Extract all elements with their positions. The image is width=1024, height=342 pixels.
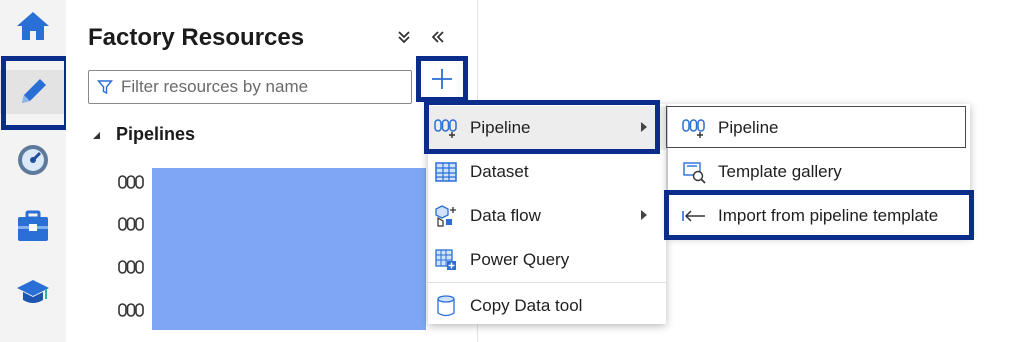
submenu-arrow-icon bbox=[641, 210, 647, 220]
home-icon bbox=[17, 12, 49, 40]
pipeline-list-item[interactable] bbox=[118, 298, 148, 322]
pipeline-add-icon bbox=[682, 116, 706, 140]
menu-item-copy-data-tool[interactable]: Copy Data tool bbox=[428, 284, 666, 328]
menu-item-data-flow[interactable]: Data flow bbox=[428, 194, 666, 238]
menu-item-label: Power Query bbox=[470, 250, 570, 269]
submenu-arrow-icon bbox=[641, 122, 647, 132]
power-query-icon bbox=[434, 248, 458, 272]
template-gallery-icon bbox=[682, 160, 706, 184]
menu-separator bbox=[428, 282, 666, 283]
pipeline-list-item[interactable] bbox=[118, 212, 148, 236]
pipeline-list-item[interactable] bbox=[118, 170, 148, 194]
collapse-all-button[interactable] bbox=[392, 26, 416, 48]
pipeline-add-icon bbox=[434, 116, 458, 140]
table-icon bbox=[434, 160, 458, 184]
factory-resources-panel: Factory Resources Pipelines bbox=[66, 0, 478, 342]
redacted-pipeline-names bbox=[152, 168, 426, 330]
menu-item-power-query[interactable]: Power Query bbox=[428, 238, 666, 282]
pipeline-icon bbox=[118, 217, 144, 231]
submenu-item-label: Pipeline bbox=[718, 118, 779, 137]
pipeline-list-item[interactable] bbox=[118, 255, 148, 279]
menu-item-label: Data flow bbox=[470, 206, 541, 225]
filter-resources-input[interactable] bbox=[121, 77, 401, 97]
toolbox-icon bbox=[18, 210, 48, 241]
caret-down-icon bbox=[93, 131, 100, 139]
submenu-item-label: Template gallery bbox=[718, 162, 842, 181]
rail-learning[interactable] bbox=[0, 270, 66, 314]
menu-item-dataset[interactable]: Dataset bbox=[428, 150, 666, 194]
pipelines-label: Pipelines bbox=[116, 124, 196, 144]
add-resource-menu: Pipeline Dataset Data flow Power Query C… bbox=[428, 104, 666, 324]
dataflow-icon bbox=[434, 204, 458, 228]
plus-icon bbox=[432, 69, 452, 89]
import-arrow-icon bbox=[682, 204, 706, 228]
chevron-double-left-icon bbox=[431, 31, 444, 43]
rail-home[interactable] bbox=[0, 4, 66, 48]
graduation-cap-icon bbox=[17, 280, 49, 303]
menu-item-label: Copy Data tool bbox=[470, 296, 583, 315]
menu-item-label: Pipeline bbox=[470, 118, 531, 137]
rail-manage[interactable] bbox=[0, 204, 66, 248]
filter-icon bbox=[97, 80, 113, 95]
submenu-item-import-template[interactable]: Import from pipeline template bbox=[668, 194, 970, 238]
menu-item-pipeline[interactable]: Pipeline bbox=[428, 106, 666, 150]
pencil-icon bbox=[22, 79, 46, 103]
panel-title: Factory Resources bbox=[88, 24, 305, 51]
hide-panel-button[interactable] bbox=[426, 26, 450, 48]
add-resource-button[interactable] bbox=[416, 56, 468, 102]
filter-resources-field[interactable] bbox=[88, 70, 412, 104]
pipeline-icon bbox=[118, 175, 144, 189]
gauge-icon bbox=[18, 145, 48, 175]
pipeline-icon bbox=[118, 303, 144, 317]
pipelines-group-header[interactable]: Pipelines bbox=[90, 124, 195, 145]
rail-author[interactable] bbox=[0, 70, 66, 114]
pipeline-submenu: Pipeline Template gallery Import from pi… bbox=[668, 104, 970, 236]
rail-monitor[interactable] bbox=[0, 138, 66, 182]
pipeline-icon bbox=[118, 260, 144, 274]
submenu-item-template-gallery[interactable]: Template gallery bbox=[668, 150, 970, 194]
submenu-item-label: Import from pipeline template bbox=[718, 206, 939, 225]
menu-item-label: Dataset bbox=[470, 162, 529, 181]
submenu-item-pipeline[interactable]: Pipeline bbox=[668, 106, 970, 150]
cylinder-icon bbox=[434, 294, 458, 318]
chevron-double-down-icon bbox=[398, 31, 410, 44]
left-rail bbox=[0, 0, 66, 342]
